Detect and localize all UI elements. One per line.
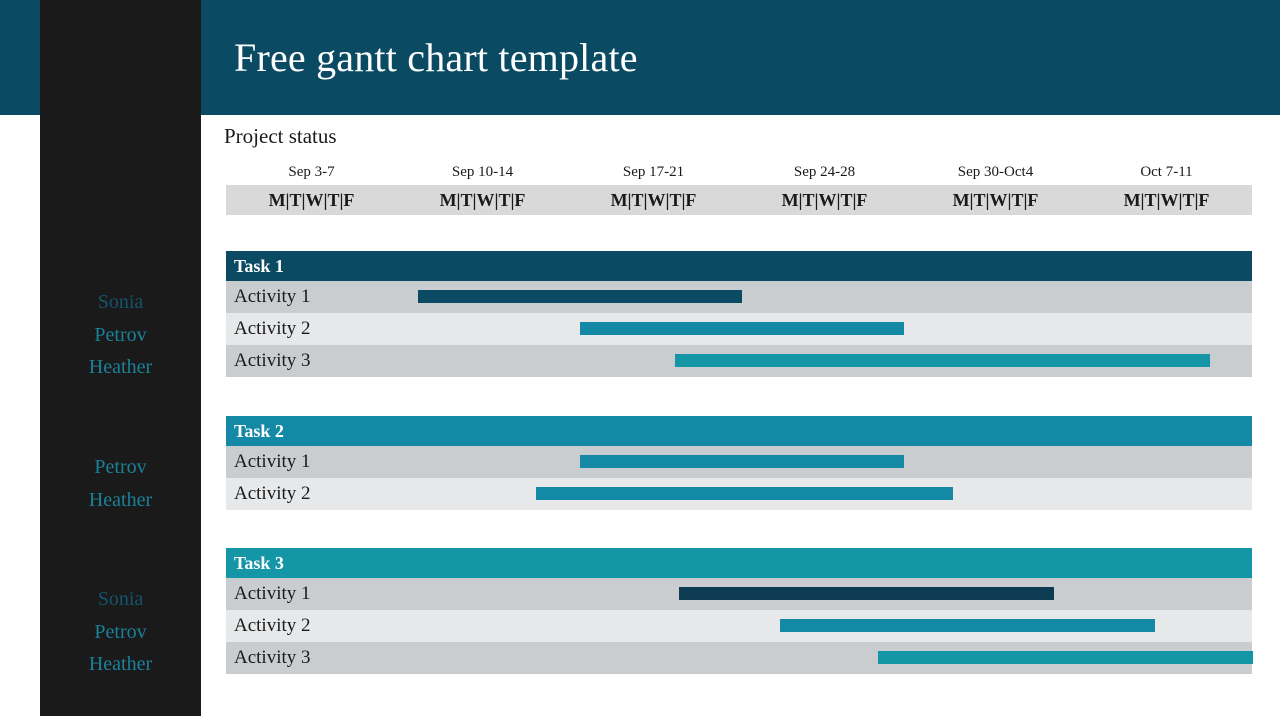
gantt-bar[interactable] [877, 651, 1254, 664]
week-day-initials: M|T|W|T|F [952, 190, 1039, 210]
owner-name: Petrov [94, 456, 147, 478]
activity-row[interactable]: Activity 1 [226, 281, 1252, 313]
week-day-initials: M|T|W|T|F [439, 190, 526, 210]
gantt-bar[interactable] [579, 455, 905, 468]
activity-label: Activity 2 [234, 483, 311, 504]
owner-name: Petrov [94, 323, 147, 346]
owner-group-2: Petrov Heather [40, 451, 201, 516]
week-label: Sep 30-Oct4 [957, 164, 1034, 180]
activity-label: Activity 3 [234, 350, 311, 371]
activity-row[interactable]: Activity 2 [226, 478, 1252, 510]
gantt-bar[interactable] [417, 290, 743, 303]
activity-label: Activity 3 [234, 647, 311, 668]
owner-name: Sonia [97, 588, 144, 610]
week-label: Sep 17-21 [622, 164, 685, 180]
gantt-bar[interactable] [535, 487, 954, 500]
task-group: Task 2 Activity 1 Activity 2 [226, 416, 1252, 510]
task-group: Task 3 Activity 1 Activity 2 Activity 3 [226, 548, 1254, 674]
task-header[interactable]: Task 3 [226, 548, 1252, 578]
section-title: Project status [224, 124, 337, 148]
activity-label: Activity 2 [234, 318, 311, 339]
activity-row[interactable]: Activity 2 [226, 313, 1252, 345]
week-label: Sep 3-7 [288, 164, 335, 180]
week-label: Sep 24-28 [793, 164, 856, 180]
gantt-bar[interactable] [579, 322, 905, 335]
week-label: Oct 7-11 [1140, 164, 1193, 180]
week-day-initials: M|T|W|T|F [268, 190, 355, 210]
task-header[interactable]: Task 1 [226, 251, 1252, 281]
week-day-initials: M|T|W|T|F [610, 190, 697, 210]
gantt-bar[interactable] [675, 354, 1210, 367]
activity-label: Activity 1 [234, 286, 311, 307]
owner-name: Heather [88, 653, 153, 675]
activity-row[interactable]: Activity 3 [226, 642, 1254, 674]
gantt-bar[interactable] [679, 587, 1054, 600]
activity-row[interactable]: Activity 3 [226, 345, 1252, 377]
task-header-label: Task 2 [234, 421, 284, 441]
gantt-bar[interactable] [780, 619, 1155, 632]
task-header-label: Task 1 [234, 256, 284, 276]
activity-label: Activity 1 [234, 451, 311, 472]
week-day-initials: M|T|W|T|F [781, 190, 868, 210]
calendar-day-headers: M|T|W|T|F M|T|W|T|F M|T|W|T|F M|T|W|T|F M|T|… [226, 185, 1252, 215]
activity-row[interactable]: Activity 1 [226, 578, 1252, 610]
owner-group-1: Sonia Petrov Heather [40, 286, 201, 384]
activity-row[interactable]: Activity 2 [226, 610, 1252, 642]
task-header[interactable]: Task 2 [226, 416, 1252, 446]
owners-sidebar: Sonia Petrov Heather Petrov Heather Sonia Petr… [40, 0, 201, 716]
week-label: Sep 10-14 [451, 164, 514, 180]
owner-name: Sonia [97, 291, 144, 313]
owner-name: Heather [88, 356, 153, 378]
task-group: Task 1 Activity 1 Activity 2 Activity 3 [226, 251, 1252, 377]
owner-name: Petrov [94, 620, 147, 643]
activity-label: Activity 2 [234, 615, 311, 636]
calendar-week-labels: Sep 3-7 Sep 10-14 Sep 17-21 Sep 24-28 Sep 30… [226, 161, 1252, 183]
activity-label: Activity 1 [234, 583, 311, 604]
task-header-label: Task 3 [234, 553, 284, 573]
week-day-initials: M|T|W|T|F [1123, 190, 1210, 210]
page-title: Free gantt chart template [234, 35, 638, 80]
activity-row[interactable]: Activity 1 [226, 446, 1252, 478]
owner-name: Heather [88, 488, 153, 511]
owner-group-3: Sonia Petrov Heather [40, 583, 201, 681]
